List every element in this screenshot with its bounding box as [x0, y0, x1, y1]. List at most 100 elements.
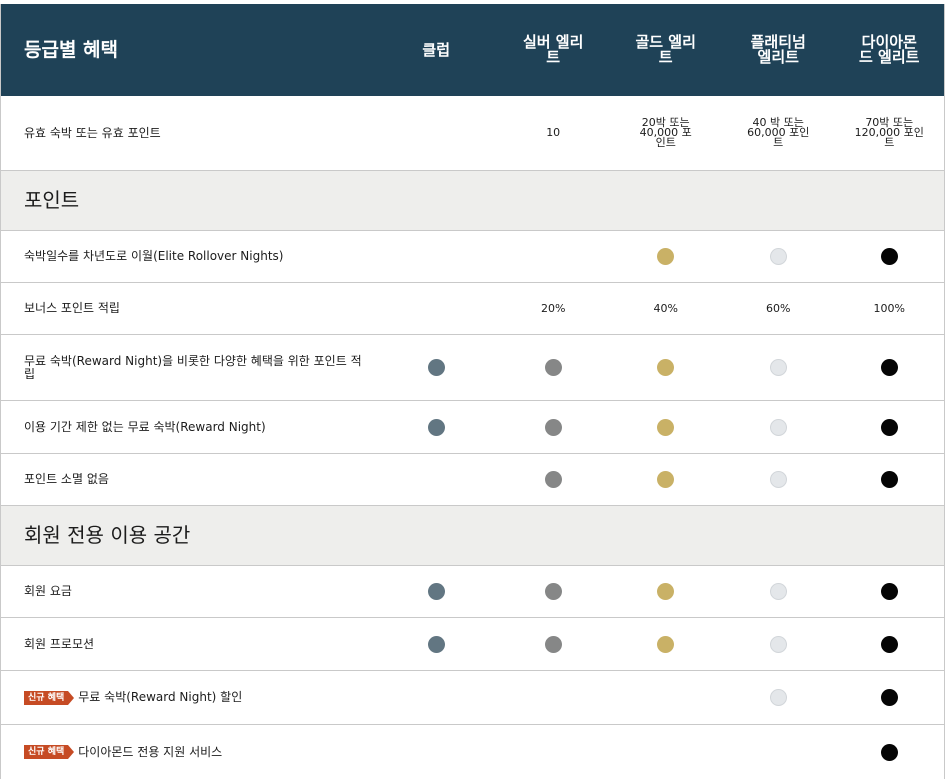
- benefit-label: 유효 숙박 또는 유효 포인트: [24, 125, 161, 140]
- gold-dot-icon: [657, 248, 675, 265]
- tier-cell-gold: [609, 248, 722, 265]
- tier-cell-platinum: [722, 359, 835, 376]
- tier-cell-gold: [609, 471, 722, 488]
- platinum-dot-icon: [769, 471, 787, 488]
- tier-cell-silver: [497, 635, 610, 653]
- qualification-text: 70박 또는 120,000 포인트: [854, 116, 924, 149]
- platinum-dot-icon: [769, 583, 787, 600]
- platinum-dot-icon: [769, 635, 787, 653]
- club-dot-icon: [427, 583, 445, 600]
- tier-cell-platinum: 60%: [766, 301, 791, 315]
- table-row: 회원 요금: [1, 566, 944, 618]
- benefit-label: 다이아몬드 전용 지원 서비스: [78, 744, 223, 759]
- tier-cell-gold: [609, 359, 722, 376]
- tier-cell-silver: [497, 359, 610, 376]
- tier-header-gold: 골드 엘리트: [609, 35, 722, 65]
- silver-dot-icon: [544, 418, 562, 436]
- new-benefit-badge: 신규 혜택: [24, 745, 75, 759]
- table-row: 유효 숙박 또는 유효 포인트 10 20박 또는 40,000 포인트 40 …: [1, 96, 944, 171]
- tier-cell-platinum: 40 박 또는 60,000 포인트: [722, 116, 835, 149]
- tier-cell-silver: [497, 418, 610, 436]
- tier-cell-club: [375, 359, 496, 376]
- tier-cell-diamond: [834, 418, 944, 436]
- diamond-dot-icon: [880, 471, 898, 488]
- tier-cell-diamond: [834, 248, 944, 265]
- tier-cell-silver: [497, 471, 610, 488]
- tier-cell-diamond: [834, 583, 944, 600]
- qualification-text: 40 박 또는 60,000 포인트: [747, 116, 810, 149]
- tier-header-label: 클럽: [422, 40, 450, 59]
- benefit-label: 회원 프로모션: [24, 636, 95, 651]
- platinum-dot-icon: [769, 418, 787, 436]
- diamond-dot-icon: [880, 743, 898, 761]
- tier-cell-club: [375, 583, 496, 600]
- tier-cell-silver: 20%: [540, 301, 566, 315]
- benefit-label: 무료 숙박(Reward Night)을 비롯한 다양한 혜택을 위한 포인트 …: [24, 353, 362, 381]
- gold-dot-icon: [657, 635, 675, 653]
- table-row: 회원 프로모션: [1, 618, 944, 671]
- silver-dot-icon: [544, 583, 562, 600]
- club-dot-icon: [427, 418, 445, 436]
- benefit-label: 무료 숙박(Reward Night) 할인: [78, 690, 243, 704]
- new-benefit-badge: 신규 혜택: [24, 690, 75, 705]
- club-dot-icon: [427, 359, 445, 376]
- tier-cell-diamond: [834, 471, 944, 488]
- section-header-points: 포인트: [1, 171, 944, 231]
- club-dot-icon: [427, 635, 445, 653]
- gold-dot-icon: [657, 471, 675, 488]
- tier-cell-diamond: 100%: [873, 301, 905, 315]
- tier-cell-diamond: [834, 359, 944, 376]
- tier-cell-club: [375, 635, 496, 653]
- table-title: 등급별 혜택: [24, 38, 119, 61]
- benefit-label: 이용 기간 제한 없는 무료 숙박(Reward Night): [24, 419, 266, 434]
- tier-header-label: 다이아몬드 엘리트: [859, 33, 920, 66]
- tier-cell-platinum: [722, 583, 835, 600]
- tier-header-platinum: 플래티넘 엘리트: [722, 35, 835, 65]
- table-row: 이용 기간 제한 없는 무료 숙박(Reward Night): [1, 401, 944, 454]
- section-title: 포인트: [24, 188, 80, 212]
- tier-cell-gold: 40%: [653, 301, 678, 315]
- benefit-label: 보너스 포인트 적립: [24, 301, 120, 315]
- table-row: 숙박일수를 차년도로 이월(Elite Rollover Nights): [1, 231, 944, 283]
- benefit-label: 포인트 소멸 없음: [24, 472, 109, 486]
- table-row: 신규 혜택 다이아몬드 전용 지원 서비스: [1, 725, 944, 779]
- platinum-dot-icon: [769, 689, 787, 706]
- table-row: 포인트 소멸 없음: [1, 454, 944, 506]
- benefit-label: 숙박일수를 차년도로 이월(Elite Rollover Nights): [24, 249, 284, 263]
- diamond-dot-icon: [880, 418, 898, 436]
- tier-cell-diamond: [834, 689, 944, 706]
- benefit-label: 회원 요금: [24, 584, 72, 598]
- diamond-dot-icon: [880, 689, 898, 706]
- gold-dot-icon: [657, 359, 675, 376]
- platinum-dot-icon: [769, 248, 787, 265]
- tier-header-club: 클럽: [375, 40, 496, 59]
- tier-header-label: 골드 엘리트: [635, 33, 696, 66]
- tier-cell-diamond: 70박 또는 120,000 포인트: [834, 116, 944, 149]
- platinum-dot-icon: [769, 359, 787, 376]
- tier-cell-platinum: [722, 471, 835, 488]
- table-row: 무료 숙박(Reward Night)을 비롯한 다양한 혜택을 위한 포인트 …: [1, 335, 944, 401]
- table-header: 등급별 혜택 클럽 실버 엘리트 골드 엘리트 플래티넘 엘리트 다이아몬드 엘…: [1, 4, 944, 96]
- tier-cell-gold: [609, 583, 722, 600]
- tier-header-label: 플래티넘 엘리트: [750, 33, 806, 66]
- section-header-member-exclusive: 회원 전용 이용 공간: [1, 506, 944, 566]
- diamond-dot-icon: [880, 359, 898, 376]
- tier-cell-club: [375, 418, 496, 436]
- tier-cell-silver: [497, 583, 610, 600]
- silver-dot-icon: [544, 635, 562, 653]
- tier-cell-platinum: [722, 689, 835, 706]
- tier-header-label: 실버 엘리트: [522, 33, 584, 66]
- diamond-dot-icon: [880, 635, 898, 653]
- tier-cell-platinum: [722, 248, 835, 265]
- tier-cell-platinum: [722, 635, 835, 653]
- tier-cell-diamond: [834, 743, 944, 761]
- table-row: 보너스 포인트 적립 20% 40% 60% 100%: [1, 283, 944, 335]
- gold-dot-icon: [657, 583, 675, 600]
- diamond-dot-icon: [880, 583, 898, 600]
- qualification-text: 20박 또는 40,000 포인트: [639, 116, 692, 149]
- tier-cell-silver: 10: [546, 126, 561, 139]
- tier-cell-gold: [609, 635, 722, 653]
- section-title: 회원 전용 이용 공간: [24, 523, 191, 547]
- tier-header-diamond: 다이아몬드 엘리트: [834, 35, 944, 65]
- tier-header-silver: 실버 엘리트: [497, 35, 610, 65]
